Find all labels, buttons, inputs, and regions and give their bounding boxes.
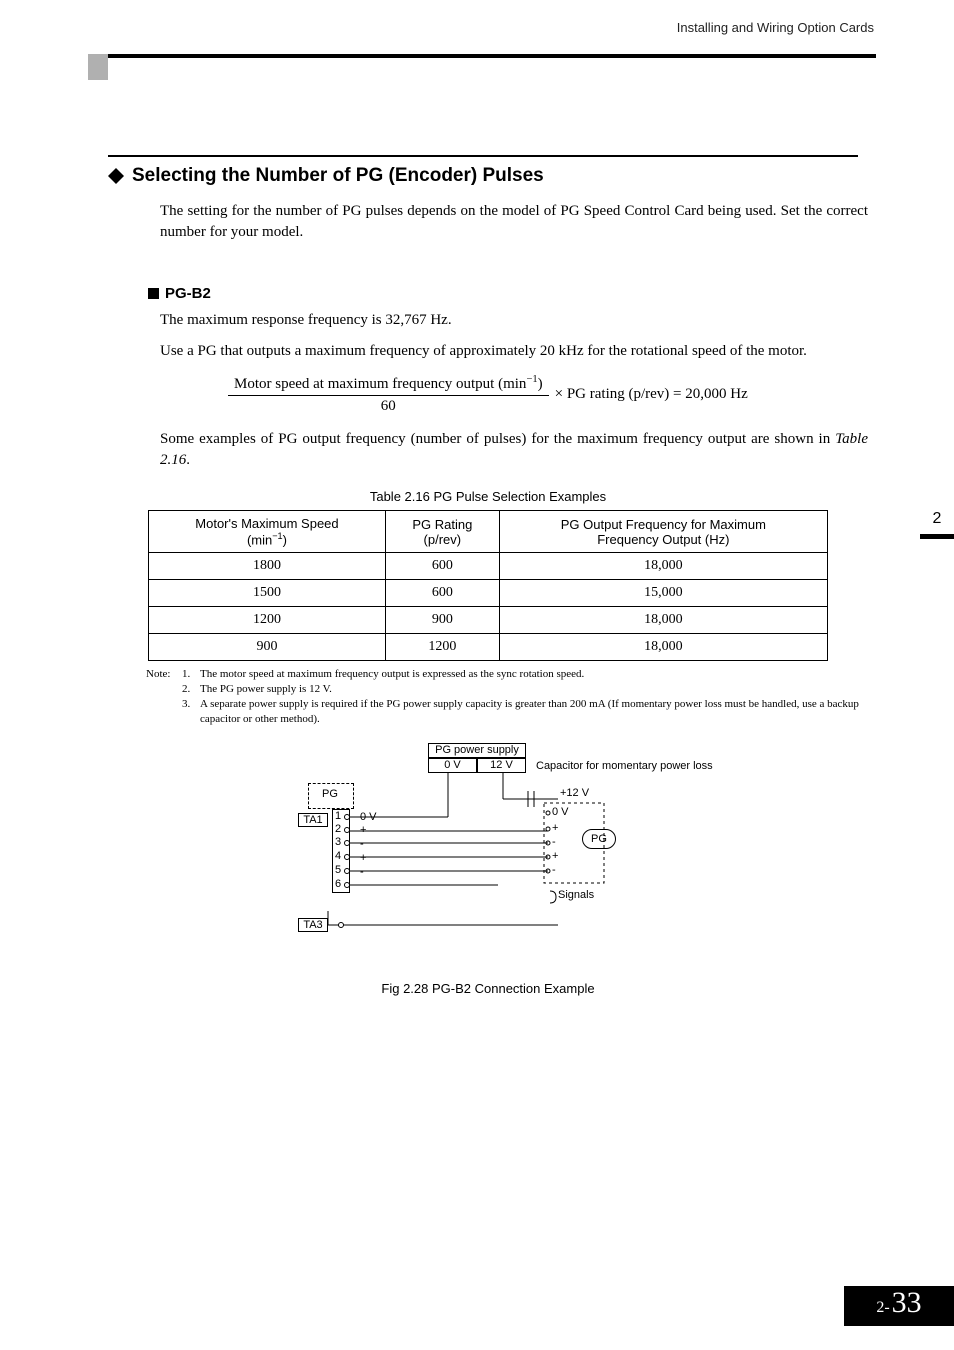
section-heading-row: Selecting the Number of PG (Encoder) Pul… <box>108 165 868 187</box>
table-row: 1200 900 18,000 <box>149 607 828 634</box>
running-head: Installing and Wiring Option Cards <box>677 20 874 35</box>
side-bar <box>920 534 954 539</box>
cell-rating: 600 <box>385 580 499 607</box>
notes-block: Note: 1. The motor speed at maximum freq… <box>146 667 868 726</box>
table-header-row: Motor's Maximum Speed (min−1) PG Rating … <box>149 511 828 553</box>
section-rule <box>108 155 858 157</box>
wiring-svg <box>298 743 678 963</box>
side-tab: 2 <box>920 510 954 539</box>
table-row: 1800 600 18,000 <box>149 553 828 580</box>
right-plus: + <box>552 822 558 834</box>
diamond-icon <box>108 168 124 184</box>
pg-right-label: PG <box>591 833 607 845</box>
table-caption: Table 2.16 PG Pulse Selection Examples <box>108 489 868 504</box>
cell-rating: 600 <box>385 553 499 580</box>
pg-table: Motor's Maximum Speed (min−1) PG Rating … <box>148 510 828 661</box>
right-0v: 0 V <box>552 806 569 818</box>
right-minus: - <box>552 836 556 848</box>
th-output: PG Output Frequency for Maximum Frequenc… <box>499 511 827 553</box>
ta3-label: TA3 <box>303 919 322 931</box>
section-intro: The setting for the number of PG pulses … <box>160 201 868 243</box>
cell-speed: 1200 <box>149 607 386 634</box>
note-row: Note: 1. The motor speed at maximum freq… <box>146 667 868 682</box>
paragraph-1: The maximum response frequency is 32,767… <box>160 310 868 331</box>
subsection-title: PG-B2 <box>165 285 211 302</box>
note-idx: 1. <box>182 667 196 682</box>
formula-fraction: Motor speed at maximum frequency output … <box>228 374 549 415</box>
cell-freq: 15,000 <box>499 580 827 607</box>
th-output-a: PG Output Frequency for Maximum <box>561 517 766 532</box>
cell-speed: 1500 <box>149 580 386 607</box>
cell-speed: 1800 <box>149 553 386 580</box>
pg-right-box: PG <box>582 829 616 849</box>
th-speed-a: Motor's Maximum Speed <box>195 516 338 531</box>
cell-freq: 18,000 <box>499 607 827 634</box>
note-row: 2. The PG power supply is 12 V. <box>146 682 868 697</box>
note-text: The PG power supply is 12 V. <box>200 682 332 697</box>
note-text: The motor speed at maximum frequency out… <box>200 667 584 682</box>
footer-tab: 2- 33 <box>844 1286 954 1326</box>
th-speed-b2: ) <box>283 532 287 547</box>
paragraph-2: Use a PG that outputs a maximum frequenc… <box>160 341 868 362</box>
th-output-b: Frequency Output (Hz) <box>597 532 729 547</box>
right-plus: + <box>552 850 558 862</box>
figure-caption: Fig 2.28 PG-B2 Connection Example <box>108 981 868 996</box>
figure-pg-b2: PG power supply 0 V 12 V Capacitor for m… <box>298 743 678 963</box>
note-text: A separate power supply is required if t… <box>200 697 868 727</box>
table-row: 1500 600 15,000 <box>149 580 828 607</box>
note-spacer <box>146 682 178 697</box>
square-bullet-icon <box>148 288 159 299</box>
note-prefix: Note: <box>146 667 178 682</box>
formula-numerator: Motor speed at maximum frequency output … <box>228 374 549 396</box>
formula-num-a: Motor speed at maximum frequency output … <box>234 376 526 392</box>
section-title: Selecting the Number of PG (Encoder) Pul… <box>132 165 544 187</box>
side-chapter-num: 2 <box>920 510 954 528</box>
p3-b: . <box>186 452 190 468</box>
th-rating-b: (p/rev) <box>424 532 462 547</box>
footer-page: 33 <box>892 1286 922 1320</box>
cell-speed: 900 <box>149 634 386 661</box>
th-rating-a: PG Rating <box>412 517 472 532</box>
formula-num-b: ) <box>538 376 543 392</box>
note-idx: 2. <box>182 682 196 697</box>
formula: Motor speed at maximum frequency output … <box>228 374 868 415</box>
header-grey-block <box>88 54 108 80</box>
terminal-icon <box>338 922 344 928</box>
formula-tail: × PG rating (p/rev) = 20,000 Hz <box>555 386 748 403</box>
th-speed: Motor's Maximum Speed (min−1) <box>149 511 386 553</box>
note-spacer <box>146 697 178 727</box>
content-area: Selecting the Number of PG (Encoder) Pul… <box>108 155 868 996</box>
formula-denominator: 60 <box>381 396 396 415</box>
paragraph-3: Some examples of PG output frequency (nu… <box>160 429 868 471</box>
subsection-heading-row: PG-B2 <box>148 285 868 302</box>
table-row: 900 1200 18,000 <box>149 634 828 661</box>
note-idx: 3. <box>182 697 196 727</box>
signals-label: Signals <box>558 889 594 901</box>
footer-prefix: 2- <box>876 1289 889 1317</box>
p3-a: Some examples of PG output frequency (nu… <box>160 431 835 447</box>
right-minus: - <box>552 864 556 876</box>
cell-freq: 18,000 <box>499 634 827 661</box>
th-speed-exp: −1 <box>272 531 282 541</box>
th-speed-b1: (min <box>247 532 272 547</box>
header-black-rule <box>108 54 876 58</box>
note-row: 3. A separate power supply is required i… <box>146 697 868 727</box>
cell-freq: 18,000 <box>499 553 827 580</box>
cell-rating: 900 <box>385 607 499 634</box>
ta3-box: TA3 <box>298 918 328 932</box>
formula-num-exp: −1 <box>526 374 537 385</box>
th-rating: PG Rating (p/rev) <box>385 511 499 553</box>
cell-rating: 1200 <box>385 634 499 661</box>
